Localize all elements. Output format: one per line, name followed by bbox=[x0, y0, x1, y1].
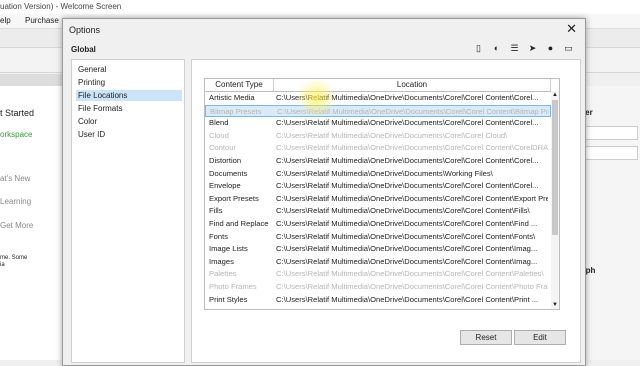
welcome-learning[interactable]: Learning bbox=[0, 197, 31, 206]
dialog-toolbar: ▯ ◐ ☰ ➤ ● ▭ bbox=[473, 43, 573, 57]
table-row[interactable]: Fonts C:\Users\Relatif Multimedia\OneDriv… bbox=[205, 231, 551, 244]
pin-icon[interactable]: ● bbox=[545, 43, 556, 54]
table-row[interactable]: Documents C:\Users\Relatif Multimedia\One… bbox=[205, 168, 551, 181]
cell-location: C:\Users\Relatif Multimedia\OneDrive\Doc… bbox=[276, 294, 539, 304]
cell-content-type: Photo Frames bbox=[209, 282, 257, 291]
cell-location: C:\Users\Relatif Multimedia\OneDrive\Doc… bbox=[276, 219, 538, 228]
cell-content-type: Blend bbox=[209, 118, 229, 128]
menu-purchase[interactable]: Purchase bbox=[25, 16, 59, 25]
nav-file-locations[interactable]: File Locations bbox=[76, 90, 182, 101]
table-scrollbar[interactable]: ▲ ▼ bbox=[551, 91, 559, 309]
welcome-whats-new[interactable]: at's New bbox=[0, 174, 30, 183]
cell-location: C:\Users\Relatif Multimedia\OneDrive\Doc… bbox=[276, 118, 539, 128]
cell-content-type: Contour bbox=[209, 143, 237, 153]
table-row[interactable]: Find and Replace C:\Users\Relatif Multime… bbox=[205, 218, 551, 231]
cell-location: C:\Users\Relatif Multimedia\OneDrive\Doc… bbox=[276, 206, 530, 216]
page-icon[interactable]: ▯ bbox=[473, 43, 484, 54]
docker-field[interactable] bbox=[578, 146, 638, 160]
header-content-type[interactable]: Content Type bbox=[205, 79, 274, 91]
pointer-icon[interactable]: ➤ bbox=[527, 43, 538, 54]
cell-location: C:\Users\Relatif Multimedia\OneDrive\Doc… bbox=[276, 181, 539, 191]
section-title: Global bbox=[71, 45, 96, 54]
table-header: Content Type Location bbox=[205, 79, 551, 92]
app-title: uation Version) - Welcome Screen bbox=[0, 2, 122, 11]
close-icon[interactable]: ✕ bbox=[566, 21, 577, 37]
scroll-thumb[interactable] bbox=[552, 100, 558, 235]
table-row[interactable]: Photo Frames C:\Users\Relatif Multimedia\… bbox=[205, 281, 551, 294]
welcome-note-line1: me. Some bbox=[0, 255, 28, 261]
cell-location: C:\Users\Relatif Multimedia\OneDrive\Doc… bbox=[276, 256, 538, 266]
table-row[interactable]: Export Presets C:\Users\Relatif Multimedi… bbox=[205, 193, 551, 206]
nav-file-formats[interactable]: File Formats bbox=[76, 103, 182, 114]
cell-location: C:\Users\Relatif Multimedia\OneDrive\Doc… bbox=[276, 143, 548, 153]
cell-location: C:\Users\Relatif Multimedia\OneDrive\Doc… bbox=[276, 282, 548, 291]
table-row[interactable]: Envelope C:\Users\Relatif Multimedia\OneD… bbox=[205, 180, 551, 193]
docker-field[interactable] bbox=[578, 126, 638, 140]
welcome-sidebar: t Started orkspace at's New Learning Get… bbox=[0, 86, 62, 360]
color-wheel-icon[interactable]: ◐ bbox=[491, 43, 502, 54]
table-row[interactable]: Blend C:\Users\Relatif Multimedia\OneDriv… bbox=[205, 117, 551, 130]
table-row[interactable]: Cloud C:\Users\Relatif Multimedia\OneDriv… bbox=[205, 130, 551, 143]
app-titlebar: uation Version) - Welcome Screen bbox=[0, 0, 640, 14]
cell-location: C:\Users\Relatif Multimedia\OneDrive\Doc… bbox=[276, 269, 544, 279]
table-row[interactable]: Palettes C:\Users\Relatif Multimedia\OneD… bbox=[205, 268, 551, 281]
cell-content-type: Print Styles bbox=[209, 294, 248, 304]
cell-content-type: Bitmap Presets bbox=[210, 106, 262, 116]
menu-help[interactable]: elp bbox=[0, 16, 11, 25]
cell-location: C:\Users\Relatif Multimedia\OneDrive\Doc… bbox=[276, 156, 539, 165]
sliders-icon[interactable]: ☰ bbox=[509, 43, 520, 54]
nav-printing[interactable]: Printing bbox=[76, 77, 182, 88]
cell-content-type: Fonts bbox=[209, 231, 228, 241]
cell-location: C:\Users\Relatif Multimedia\OneDrive\Doc… bbox=[276, 193, 548, 203]
table-row[interactable]: Artistic Media C:\Users\Relatif Multimedi… bbox=[205, 92, 551, 105]
cell-content-type: Cloud bbox=[209, 130, 229, 140]
table-row[interactable]: Contour C:\Users\Relatif Multimedia\OneDr… bbox=[205, 142, 551, 155]
cell-location: C:\Users\Relatif Multimedia\OneDrive\Doc… bbox=[276, 244, 538, 254]
scroll-down-icon[interactable]: ▼ bbox=[551, 301, 559, 309]
scroll-up-icon[interactable]: ▲ bbox=[551, 91, 559, 99]
options-nav: General Printing File Locations File For… bbox=[71, 59, 185, 363]
welcome-tab[interactable] bbox=[0, 74, 62, 86]
table-row[interactable]: Image Lists C:\Users\Relatif Multimedia\O… bbox=[205, 243, 551, 256]
welcome-note-line2: ia bbox=[0, 262, 5, 268]
table-row[interactable]: Fills C:\Users\Relatif Multimedia\OneDriv… bbox=[205, 205, 551, 218]
cell-content-type: Image Lists bbox=[209, 244, 248, 254]
cell-content-type: Find and Replace bbox=[209, 219, 269, 228]
cursor-highlight bbox=[296, 78, 336, 118]
cell-content-type: Fills bbox=[209, 206, 223, 216]
cell-content-type: Envelope bbox=[209, 181, 241, 191]
welcome-workspace[interactable]: orkspace bbox=[0, 130, 32, 139]
cell-content-type: Images bbox=[209, 256, 234, 266]
cell-content-type: Export Presets bbox=[209, 193, 259, 203]
cell-content-type: Palettes bbox=[209, 269, 237, 279]
cell-location: C:\Users\Relatif Multimedia\OneDrive\Doc… bbox=[276, 231, 536, 241]
welcome-get-more[interactable]: Get More bbox=[0, 221, 33, 230]
nav-general[interactable]: General bbox=[76, 64, 182, 75]
table-row[interactable]: Bitmap Presets C:\Users\Relatif Multimedi… bbox=[205, 104, 551, 118]
monitor-icon[interactable]: ▭ bbox=[563, 43, 574, 54]
nav-color[interactable]: Color bbox=[76, 116, 182, 127]
nav-user-id[interactable]: User ID bbox=[76, 129, 182, 140]
cell-content-type: Artistic Media bbox=[209, 93, 255, 102]
dialog-title: Options bbox=[69, 25, 101, 35]
cell-location: C:\Users\Relatif Multimedia\OneDrive\Doc… bbox=[276, 130, 508, 140]
file-locations-table: Content Type Location Artistic Media C:\U… bbox=[204, 78, 560, 310]
cell-content-type: Documents bbox=[209, 168, 248, 178]
edit-button[interactable]: Edit bbox=[514, 330, 566, 345]
reset-button[interactable]: Reset bbox=[460, 330, 512, 345]
cell-content-type: Distortion bbox=[209, 156, 242, 165]
file-locations-pane: Content Type Location Artistic Media C:\U… bbox=[191, 59, 581, 363]
cell-location: C:\Users\Relatif Multimedia\OneDrive\Doc… bbox=[276, 168, 493, 178]
table-row[interactable]: Images C:\Users\Relatif Multimedia\OneDri… bbox=[205, 256, 551, 269]
options-dialog: Options ✕ Global ▯ ◐ ☰ ➤ ● ▭ General Pri… bbox=[62, 18, 586, 366]
table-row[interactable]: Distortion C:\Users\Relatif Multimedia\On… bbox=[205, 155, 551, 168]
table-row[interactable]: Print Styles C:\Users\Relatif Multimedia\… bbox=[205, 294, 551, 307]
welcome-get-started[interactable]: t Started bbox=[0, 108, 34, 118]
